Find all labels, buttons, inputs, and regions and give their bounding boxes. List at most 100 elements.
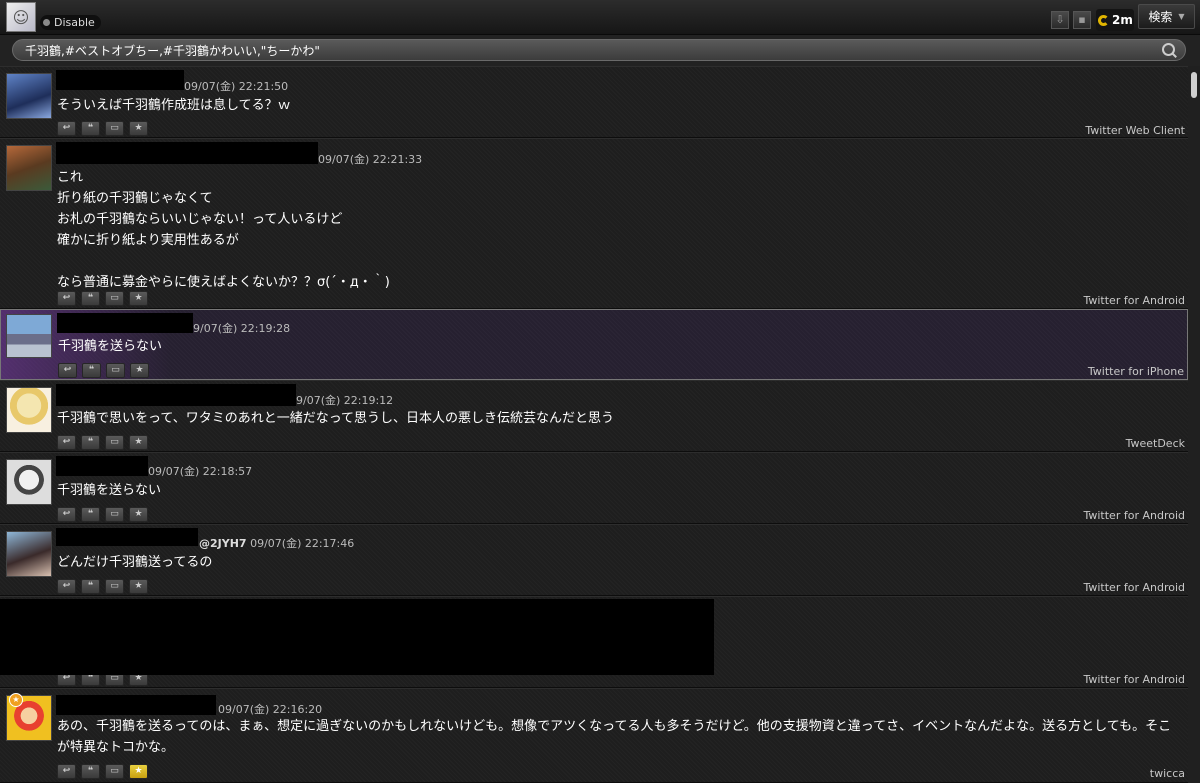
favorite-icon[interactable]: ★ (129, 291, 148, 306)
tweet-text: そういえば千羽鶴作成班は息してる？ｗ (57, 98, 291, 113)
tweet-source[interactable]: Twitter for Android (1083, 294, 1185, 307)
top-toolbar: ☺ Disable ⇩ ▪ 2m 検索 ▼ (0, 0, 1200, 35)
tweet-actions: ↩ ❝ ▭ ★ (57, 121, 148, 136)
search-menu-label: 検索 (1148, 10, 1173, 24)
user-avatar[interactable]: ★ (6, 693, 52, 741)
reply-icon[interactable]: ↩ (57, 291, 76, 306)
reply-icon[interactable]: ↩ (57, 579, 76, 594)
reply-icon[interactable]: ↩ (57, 507, 76, 522)
user-avatar[interactable] (6, 145, 52, 191)
tweet-actions: ↩ ❝ ▭ ★ (57, 764, 148, 779)
tweet-text: 千羽鶴を送らない (57, 483, 162, 498)
favorite-icon[interactable]: ★ (129, 435, 148, 450)
retweet-icon[interactable]: ▭ (105, 507, 124, 522)
user-avatar[interactable] (6, 387, 52, 433)
tweet-actions: ↩ ❝ ▭ ★ (58, 363, 149, 378)
tweet-source[interactable]: Twitter Web Client (1085, 124, 1185, 137)
quote-icon[interactable]: ❝ (81, 291, 100, 306)
tweet-timestamp[interactable]: 09/07(金) 22:18:57 (148, 463, 252, 479)
favorite-icon[interactable]: ★ (129, 121, 148, 136)
account-avatar[interactable]: ☺ (6, 2, 36, 32)
timeline: 09/07(金) 22:21:50 そういえば千羽鶴作成班は息してる？ｗ ↩ ❝… (0, 66, 1200, 783)
retweet-icon[interactable]: ▭ (105, 121, 124, 136)
quote-icon[interactable]: ❝ (81, 121, 100, 136)
quote-icon[interactable]: ❝ (81, 435, 100, 450)
tweet-text: これ 折り紙の千羽鶴じゃなくて お札の千羽鶴ならいいじゃない！って人いるけど 確… (57, 170, 390, 290)
tweet-source[interactable]: TweetDeck (1126, 437, 1185, 450)
redacted-username (56, 456, 148, 476)
tweet-timestamp[interactable]: 9/07(金) 22:19:12 (296, 392, 393, 408)
favorite-icon[interactable]: ★ (130, 363, 149, 378)
search-box (12, 39, 1186, 61)
refresh-icon (1098, 14, 1109, 26)
tweet-text: 千羽鶴で思いをって、ワタミのあれと一緒だなって思うし、日本人の悪しき伝統芸なんだ… (57, 411, 615, 426)
reply-icon[interactable]: ↩ (57, 121, 76, 136)
redacted-username (56, 528, 198, 546)
user-avatar[interactable] (6, 459, 52, 505)
retweet-icon[interactable]: ▭ (105, 291, 124, 306)
redacted-username (56, 384, 296, 406)
redacted-username (57, 313, 193, 333)
redacted-username (56, 70, 184, 90)
tweet-timestamp[interactable]: 09/07(金) 22:21:33 (318, 151, 422, 167)
quote-icon[interactable]: ❝ (81, 579, 100, 594)
tweet-item[interactable]: @2JYH7 09/07(金) 22:17:46 どんだけ千羽鶴送ってるの ↩ … (0, 524, 1188, 596)
retweet-icon[interactable]: ▭ (105, 435, 124, 450)
disable-toggle[interactable]: Disable (40, 15, 101, 30)
tweet-text: 千羽鶴を送らない (58, 339, 163, 354)
tweet-source[interactable]: Twitter for iPhone (1088, 365, 1184, 378)
quote-icon[interactable]: ❝ (81, 764, 100, 779)
search-menu-button[interactable]: 検索 ▼ (1138, 4, 1195, 29)
search-input[interactable] (25, 43, 1145, 57)
tweet-item-selected[interactable]: 9/07(金) 22:19:28 千羽鶴を送らない ↩ ❝ ▭ ★ Twitte… (0, 309, 1188, 380)
tweet-timestamp[interactable]: 09/07(金) 22:21:50 (184, 78, 288, 94)
scroll-thumb[interactable] (1191, 72, 1197, 98)
tweet-text: どんだけ千羽鶴送ってるの (57, 555, 213, 570)
tweet-item[interactable]: 9/07(金) 22:19:12 千羽鶴で思いをって、ワタミのあれと一緒だなって… (0, 380, 1188, 452)
lock-icon[interactable]: ▪ (1073, 11, 1091, 29)
tweet-source[interactable]: twicca (1150, 767, 1185, 780)
tweet-actions: ↩ ❝ ▭ ★ (57, 435, 148, 450)
disable-label: Disable (54, 16, 95, 29)
favorited-badge-icon: ★ (9, 693, 23, 707)
tweet-timestamp[interactable]: 9/07(金) 22:19:28 (193, 320, 290, 336)
tweet-timestamp[interactable]: 09/07(金) 22:16:20 (218, 701, 322, 717)
tweet-text: あの、千羽鶴を送るってのは、まぁ、想定に過ぎないのかもしれないけども。想像でアツ… (57, 719, 1172, 755)
quote-icon[interactable]: ❝ (81, 507, 100, 522)
dropdown-caret-icon: ▼ (1178, 12, 1185, 21)
redacted-username (56, 695, 216, 715)
reply-icon[interactable]: ↩ (57, 435, 76, 450)
favorite-icon[interactable]: ★ (129, 507, 148, 522)
tweet-item[interactable]: 09/07(金) 22:21:50 そういえば千羽鶴作成班は息してる？ｗ ↩ ❝… (0, 66, 1188, 138)
tweet-actions: ↩ ❝ ▭ ★ (57, 579, 148, 594)
retweet-icon[interactable]: ▭ (106, 363, 125, 378)
retweet-icon[interactable]: ▭ (105, 764, 124, 779)
refresh-button[interactable]: 2m (1096, 9, 1134, 31)
user-avatar[interactable] (6, 73, 52, 119)
favorite-icon[interactable]: ★ (129, 764, 148, 779)
retweet-icon[interactable]: ▭ (105, 579, 124, 594)
search-icon[interactable] (1161, 42, 1177, 58)
screen-name[interactable]: @2JYH7 (199, 537, 247, 550)
user-avatar[interactable] (6, 531, 52, 577)
redaction-block (0, 599, 714, 675)
tweet-source[interactable]: Twitter for Android (1083, 581, 1185, 594)
download-icon[interactable]: ⇩ (1051, 11, 1069, 29)
tweet-source[interactable]: Twitter for Android (1083, 509, 1185, 522)
user-avatar[interactable] (6, 314, 52, 358)
favorite-icon[interactable]: ★ (129, 579, 148, 594)
status-dot-icon (43, 19, 50, 26)
tweet-item[interactable]: 09/07(金) 22:21:33 これ 折り紙の千羽鶴じゃなくて お札の千羽鶴… (0, 138, 1188, 309)
tweet-timestamp[interactable]: 09/07(金) 22:17:46 (250, 537, 354, 550)
tweet-item[interactable]: ★ 09/07(金) 22:16:20 あの、千羽鶴を送るってのは、まぁ、想定に… (0, 688, 1188, 783)
timeline-scrollbar[interactable] (1188, 66, 1200, 783)
refresh-interval: 2m (1112, 13, 1133, 27)
tweet-item[interactable]: 09/07(金) 22:18:57 千羽鶴を送らない ↩ ❝ ▭ ★ Twitt… (0, 452, 1188, 524)
quote-icon[interactable]: ❝ (82, 363, 101, 378)
reply-icon[interactable]: ↩ (58, 363, 77, 378)
search-bar-container (0, 35, 1200, 66)
reply-icon[interactable]: ↩ (57, 764, 76, 779)
tweet-source[interactable]: Twitter for Android (1083, 673, 1185, 686)
tweet-meta: @2JYH7 09/07(金) 22:17:46 (199, 535, 354, 551)
tweet-actions: ↩ ❝ ▭ ★ (57, 507, 148, 522)
